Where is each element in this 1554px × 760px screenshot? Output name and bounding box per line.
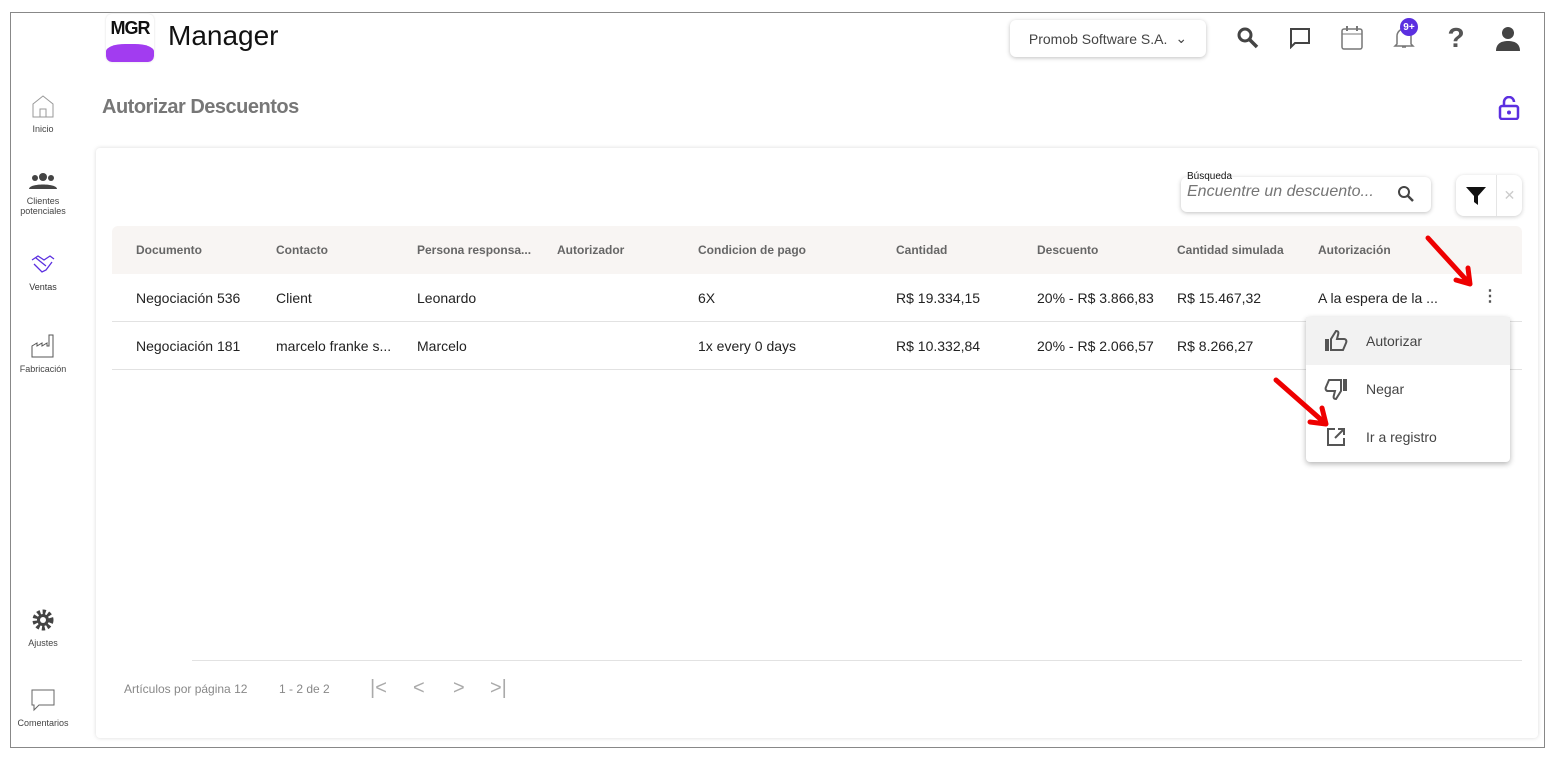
chat-icon[interactable] (1286, 24, 1314, 52)
next-page-icon[interactable]: > (453, 677, 465, 700)
thumbs-up-icon (1306, 330, 1366, 352)
sidebar-item-clientes[interactable]: Clientes potenciales (14, 172, 72, 216)
column-header[interactable]: Persona responsa... (417, 226, 531, 274)
column-header[interactable]: Cantidad (896, 226, 947, 274)
lock-open-icon[interactable] (1498, 95, 1520, 125)
company-name: Promob Software S.A. (1028, 30, 1168, 47)
page-range: 1 - 2 de 2 (279, 682, 330, 696)
comment-icon (31, 689, 55, 712)
annotation-arrow-icon (1425, 235, 1473, 287)
search-icon[interactable] (1234, 24, 1262, 52)
column-header[interactable]: Cantidad simulada (1177, 226, 1284, 274)
notification-badge: 9+ (1400, 18, 1418, 36)
table-cell: Negociación 181 (136, 338, 241, 354)
table-cell: 20% - R$ 2.066,57 (1037, 338, 1154, 354)
table-cell: Leonardo (417, 290, 477, 306)
sidebar-item-inicio[interactable]: Inicio (14, 94, 72, 134)
column-header[interactable]: Contacto (276, 226, 328, 274)
table-cell: R$ 8.266,27 (1177, 338, 1254, 354)
sidebar-item-ventas[interactable]: Ventas (14, 254, 72, 292)
last-page-icon[interactable]: >| (490, 677, 507, 700)
gear-icon (32, 609, 54, 631)
table-cell: R$ 19.334,15 (896, 290, 981, 306)
app-logo[interactable]: MGR (106, 14, 154, 62)
column-header[interactable]: Autorización (1318, 226, 1391, 274)
sidebar-item-ajustes[interactable]: Ajustes (14, 608, 72, 648)
filter-group: ✕ (1456, 175, 1522, 216)
column-header[interactable]: Autorizador (557, 226, 624, 274)
clear-filter-icon[interactable]: ✕ (1497, 175, 1522, 216)
menu-item-autorizar[interactable]: Autorizar (1306, 317, 1510, 365)
search-icon[interactable] (1397, 185, 1415, 203)
row-actions-kebab-icon[interactable]: ⋮ (1482, 287, 1498, 307)
help-icon[interactable]: ? (1442, 22, 1470, 53)
user-icon[interactable] (1494, 24, 1522, 52)
page-title: Autorizar Descuentos (102, 96, 299, 118)
sidebar-item-fabricacion[interactable]: Fabricación (14, 334, 72, 374)
table-row[interactable]: Negociación 536 Client Leonardo 6X R$ 19.334… (112, 274, 1522, 322)
first-page-icon[interactable]: |< (370, 677, 387, 700)
table-cell: Marcelo (417, 338, 467, 354)
table-cell: 20% - R$ 3.866,83 (1037, 290, 1154, 306)
footer-divider (192, 660, 1522, 661)
table-cell: 1x every 0 days (698, 338, 797, 354)
search-input[interactable] (1187, 183, 1387, 201)
app-name: Manager (168, 20, 279, 51)
table-cell: marcelo franke s... (276, 338, 392, 354)
table-cell: 6X (698, 290, 716, 306)
column-header[interactable]: Condicion de pago (698, 226, 806, 274)
chevron-down-icon: ⌄ (1175, 30, 1188, 46)
handshake-icon (31, 255, 55, 273)
company-selector[interactable]: Promob Software S.A. ⌄ (1010, 20, 1206, 57)
table-header: Documento Contacto Persona responsa... Auto… (112, 226, 1522, 274)
items-per-page[interactable]: Artículos por página 12 (124, 682, 247, 696)
annotation-arrow-icon (1273, 377, 1329, 427)
column-header[interactable]: Documento (136, 226, 202, 274)
calendar-icon[interactable] (1338, 24, 1366, 52)
home-icon (32, 95, 54, 118)
sidebar-item-comentarios[interactable]: Comentarios (14, 688, 72, 728)
table-cell: Client (276, 290, 312, 306)
factory-icon (31, 334, 54, 358)
filter-icon[interactable] (1456, 175, 1497, 216)
search-label: Búsqueda (1187, 171, 1233, 182)
column-header[interactable]: Descuento (1037, 226, 1098, 274)
prev-page-icon[interactable]: < (413, 677, 425, 700)
table-cell: R$ 10.332,84 (896, 338, 981, 354)
search-field[interactable]: Búsqueda (1181, 171, 1431, 212)
table-cell: Negociación 536 (136, 290, 241, 306)
users-icon (29, 173, 57, 189)
table-cell: R$ 15.467,32 (1177, 290, 1262, 306)
